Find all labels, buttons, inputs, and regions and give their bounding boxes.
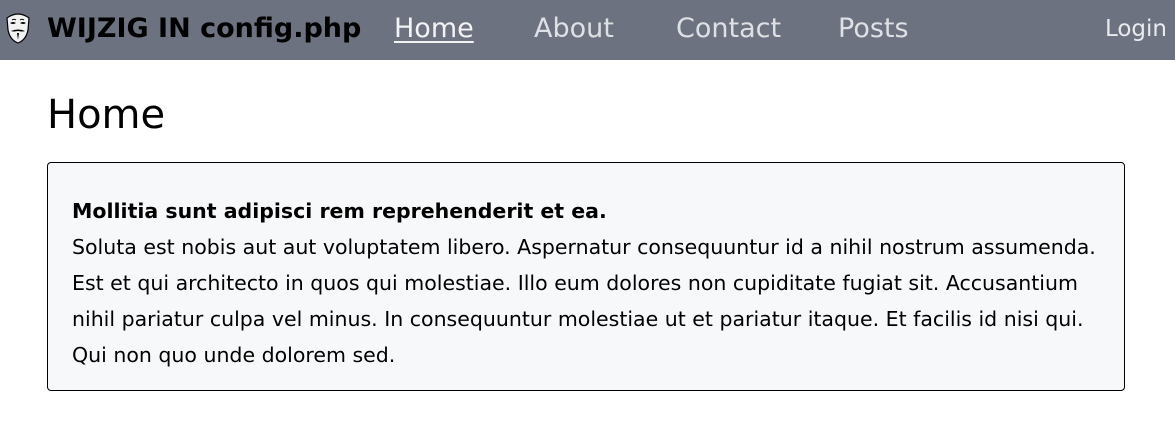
nav-link-home[interactable]: Home: [394, 10, 474, 48]
post-title: Mollitia sunt adipisci rem reprehenderit…: [72, 199, 607, 223]
mask-logo-icon[interactable]: [5, 12, 31, 44]
navbar: WIJZIG IN config.php Home About Contact …: [0, 0, 1175, 60]
page-title: Home: [47, 92, 166, 138]
post-card: Mollitia sunt adipisci rem reprehenderit…: [47, 162, 1125, 391]
brand-title[interactable]: WIJZIG IN config.php: [47, 10, 361, 48]
nav-link-about[interactable]: About: [534, 10, 614, 48]
nav-link-contact[interactable]: Contact: [676, 10, 781, 48]
nav-link-posts[interactable]: Posts: [838, 10, 909, 48]
login-link[interactable]: Login: [1105, 13, 1167, 45]
post-body: Soluta est nobis aut aut voluptatem libe…: [72, 235, 1096, 367]
